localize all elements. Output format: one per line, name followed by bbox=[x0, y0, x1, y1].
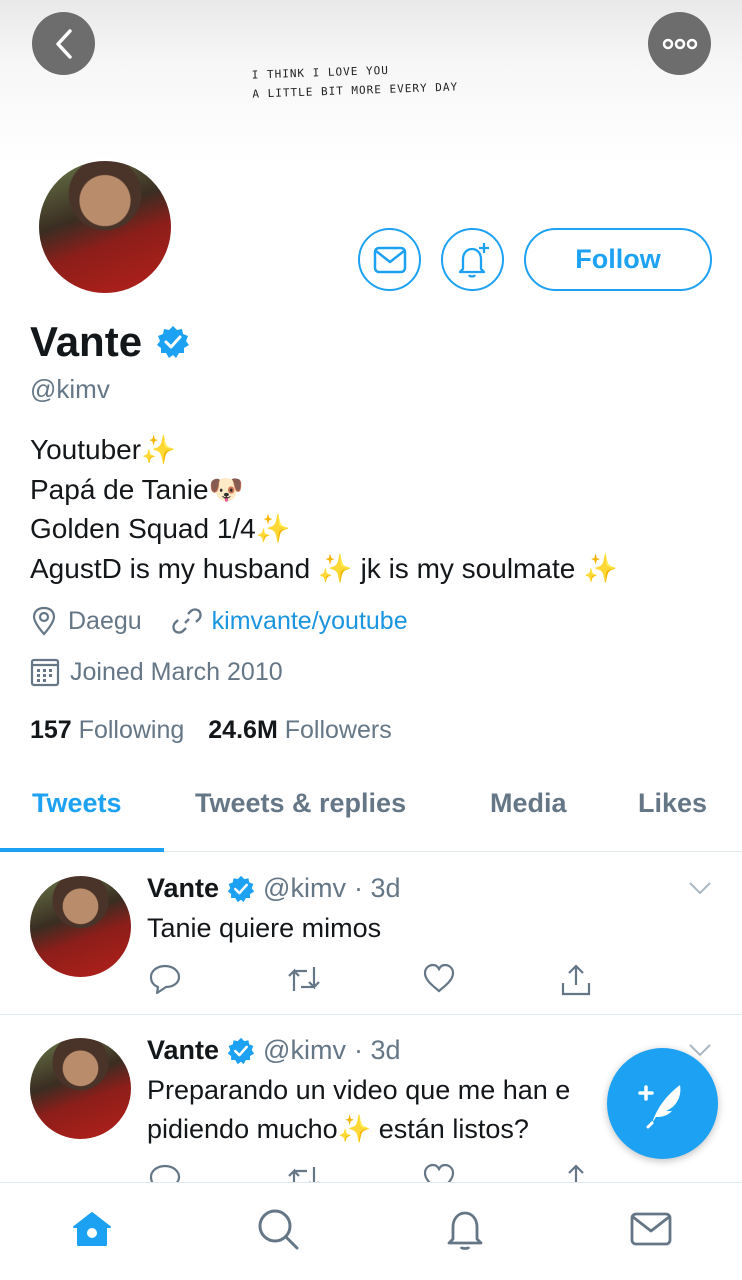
profile-name: Vante bbox=[30, 318, 190, 366]
verified-badge-icon bbox=[227, 1037, 255, 1064]
location-pin-icon bbox=[30, 606, 58, 636]
tweet-text: Tanie quiere mimos bbox=[147, 913, 382, 943]
envelope-icon bbox=[373, 246, 406, 273]
share-icon[interactable] bbox=[559, 963, 593, 997]
message-button[interactable] bbox=[358, 228, 421, 291]
compose-tweet-button[interactable] bbox=[607, 1048, 718, 1159]
bio-line: Papá de Tanie🐶 bbox=[30, 473, 244, 505]
bio-line: AgustD is my husband ✨ jk is my soulmate… bbox=[30, 552, 618, 584]
retweet-icon[interactable] bbox=[285, 1163, 323, 1183]
profile-avatar[interactable] bbox=[36, 158, 174, 296]
tab-likes[interactable]: Likes bbox=[638, 788, 707, 819]
followers-count[interactable]: 24.6M Followers bbox=[208, 716, 391, 745]
nav-messages[interactable] bbox=[629, 1207, 673, 1251]
tweet-header: Vante @kimv · 3d bbox=[147, 1035, 400, 1066]
location-text: Daegu bbox=[68, 606, 142, 635]
profile-banner: I THINK I LOVE YOU A LITTLE BIT MORE EVE… bbox=[0, 0, 742, 165]
sparkles-emoji: ✨ bbox=[141, 434, 176, 465]
follow-button[interactable]: Follow bbox=[524, 228, 712, 291]
profile-link[interactable]: kimvante/youtube bbox=[212, 607, 408, 636]
tweet-author-handle: @kimv bbox=[263, 1035, 346, 1065]
profile-tabs: Tweets Tweets & replies Media Likes bbox=[0, 770, 742, 852]
like-heart-icon[interactable] bbox=[422, 1163, 456, 1183]
tweet-author-handle: @kimv bbox=[263, 873, 346, 903]
tweet-actions bbox=[148, 1163, 696, 1183]
profile-name-text: Vante bbox=[30, 318, 143, 365]
follow-counts: 157 Following 24.6M Followers bbox=[30, 716, 392, 745]
calendar-icon bbox=[30, 657, 60, 687]
home-icon bbox=[73, 1212, 111, 1246]
bell-plus-icon bbox=[458, 242, 489, 278]
like-heart-icon[interactable] bbox=[422, 963, 456, 993]
tweet-author-name: Vante bbox=[147, 1035, 220, 1065]
retweet-icon[interactable] bbox=[285, 963, 323, 995]
sparkles-emoji: ✨ bbox=[317, 552, 353, 584]
more-dots-icon bbox=[662, 38, 697, 49]
following-count[interactable]: 157 Following bbox=[30, 716, 184, 745]
joined-date: Joined March 2010 bbox=[70, 657, 283, 686]
share-icon[interactable] bbox=[559, 1163, 593, 1183]
tab-tweets-replies[interactable]: Tweets & replies bbox=[195, 788, 406, 819]
bell-icon bbox=[447, 1211, 483, 1250]
reply-icon[interactable] bbox=[148, 963, 182, 995]
profile-meta-location-link: Daegu kimvante/youtube bbox=[30, 606, 408, 636]
search-icon bbox=[258, 1209, 299, 1250]
profile-handle: @kimv bbox=[30, 374, 110, 404]
tweet-actions bbox=[148, 963, 696, 997]
profile-bio: Youtuber✨ Papá de Tanie🐶 Golden Squad 1/… bbox=[30, 430, 618, 588]
tweet-timestamp: · 3d bbox=[353, 873, 401, 903]
tweet-item[interactable]: Vante @kimv · 3d Tanie quiere mimos bbox=[0, 853, 742, 1015]
profile-meta-joined: Joined March 2010 bbox=[30, 657, 283, 687]
sparkles-emoji: ✨ bbox=[337, 1114, 372, 1144]
more-options-button[interactable] bbox=[648, 12, 711, 75]
sparkles-emoji: ✨ bbox=[583, 552, 618, 584]
reply-icon[interactable] bbox=[148, 1163, 182, 1183]
compose-feather-icon bbox=[637, 1084, 680, 1128]
notifications-button[interactable] bbox=[441, 228, 504, 291]
active-tab-indicator bbox=[0, 848, 164, 852]
tweet-avatar[interactable] bbox=[30, 1038, 131, 1139]
tab-media[interactable]: Media bbox=[490, 788, 567, 819]
chevron-down-icon[interactable] bbox=[688, 881, 712, 895]
dog-emoji: 🐶 bbox=[208, 473, 244, 505]
back-button[interactable] bbox=[32, 12, 95, 75]
envelope-icon bbox=[630, 1212, 672, 1246]
nav-home[interactable] bbox=[70, 1207, 114, 1251]
verified-badge-icon bbox=[227, 875, 255, 902]
bio-line: Golden Squad 1/4✨ bbox=[30, 513, 291, 544]
bio-line: Youtuber✨ bbox=[30, 434, 176, 465]
bottom-navigation bbox=[0, 1182, 742, 1280]
tweet-author-name: Vante bbox=[147, 873, 220, 903]
nav-search[interactable] bbox=[256, 1207, 300, 1251]
tweet-avatar[interactable] bbox=[30, 876, 131, 977]
nav-notifications[interactable] bbox=[443, 1207, 487, 1251]
banner-text: I THINK I LOVE YOU A LITTLE BIT MORE EVE… bbox=[251, 58, 459, 103]
tab-tweets[interactable]: Tweets bbox=[32, 788, 122, 819]
sparkles-emoji: ✨ bbox=[255, 513, 291, 544]
tweet-timestamp: · 3d bbox=[353, 1035, 401, 1065]
link-icon bbox=[172, 606, 202, 636]
chevron-down-icon[interactable] bbox=[688, 1043, 712, 1057]
verified-badge-icon bbox=[157, 326, 190, 358]
tweet-header: Vante @kimv · 3d bbox=[147, 873, 400, 904]
chevron-left-icon bbox=[55, 28, 72, 59]
